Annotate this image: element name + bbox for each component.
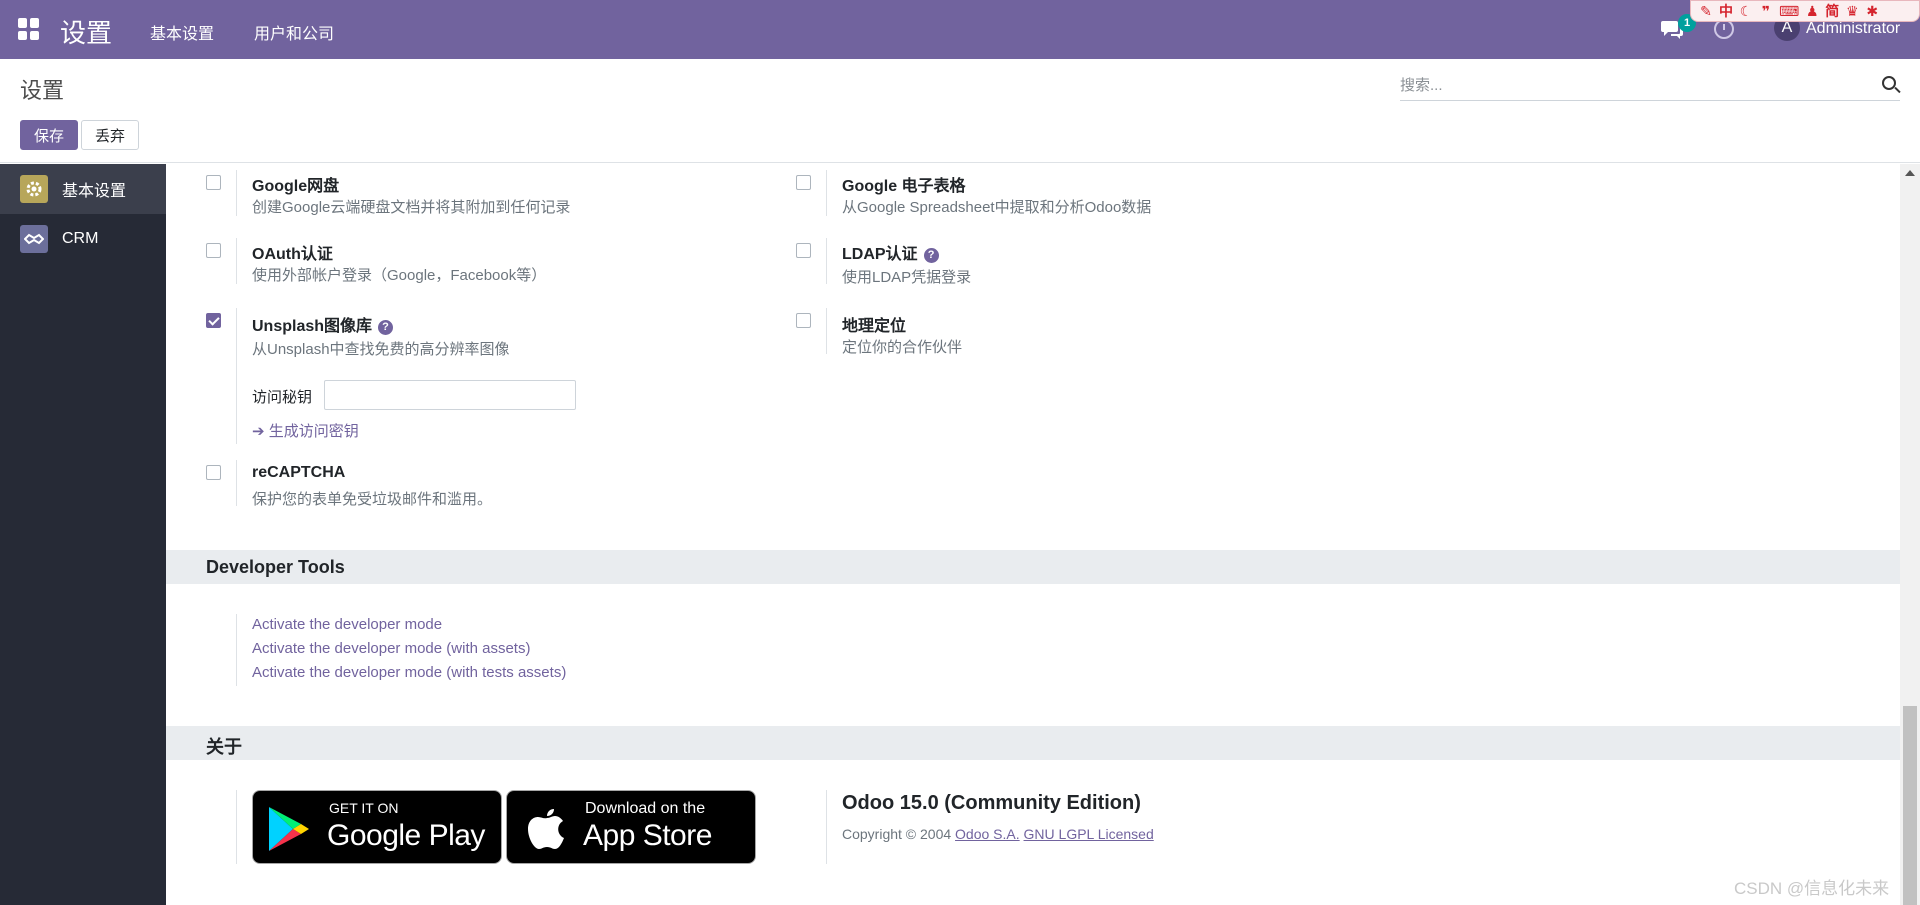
generate-access-key-text: 生成访问密钥 [268, 423, 359, 440]
google-play-big-text: Google Play [327, 819, 485, 852]
watermark: CSDN @信息化未来 [1734, 879, 1890, 898]
activate-dev-mode-link[interactable]: Activate the developer mode [252, 616, 442, 633]
sidebar-item-crm[interactable]: CRM [0, 214, 166, 264]
copyright-line: Copyright © 2004 Odoo S.A. GNU LGPL Lice… [842, 826, 1154, 842]
shirt-icon[interactable]: ♛ [1845, 3, 1859, 20]
divider [236, 308, 237, 444]
app-title: 设置 [60, 18, 113, 48]
unsplash-title: Unsplash图像库? [252, 312, 394, 336]
user-name[interactable]: Administrator [1806, 20, 1900, 38]
google-sheets-desc: 从Google Spreadsheet中提取和分析Odoo数据 [842, 199, 1152, 216]
ldap-desc: 使用LDAP凭据登录 [842, 269, 972, 286]
sidebar-item-label: CRM [62, 230, 99, 247]
ldap-title: LDAP认证? [842, 240, 939, 264]
copyright-text: Copyright © 2004 [842, 826, 952, 842]
odoo-company-link[interactable]: Odoo S.A. [955, 826, 1020, 842]
access-key-label: 访问秘钥 [252, 389, 313, 406]
ldap-title-text: LDAP认证 [842, 246, 918, 263]
extension-simplified-toggle[interactable]: 简 [1825, 1, 1839, 21]
about-header: 关于 [166, 726, 1900, 760]
google-drive-desc: 创建Google云端硬盘文档并将其附加到任何记录 [252, 199, 571, 216]
activate-dev-mode-tests-link[interactable]: Activate the developer mode (with tests … [252, 664, 566, 681]
person-icon[interactable]: ♟ [1805, 3, 1819, 20]
divider [826, 170, 827, 216]
menu-users-companies[interactable]: 用户和公司 [254, 20, 334, 44]
oauth-checkbox[interactable] [206, 243, 221, 258]
unsplash-desc: 从Unsplash中查找免费的高分辨率图像 [252, 341, 510, 358]
sidebar-item-basic-settings[interactable]: 基本设置 [0, 164, 166, 214]
breadcrumb: 设置 [20, 78, 65, 103]
oauth-desc: 使用外部帐户登录（Google，Facebook等） [252, 267, 547, 284]
app-store-big-text: App Store [583, 819, 712, 852]
google-sheets-checkbox[interactable] [796, 175, 811, 190]
search-bar [1400, 71, 1900, 101]
activate-dev-mode-assets-link[interactable]: Activate the developer mode (with assets… [252, 640, 530, 657]
google-play-small-text: GET IT ON [329, 800, 399, 816]
control-panel: 设置 保存 丢弃 [0, 59, 1920, 163]
scrollbar-thumb[interactable] [1903, 706, 1917, 905]
help-icon[interactable]: ? [923, 248, 939, 263]
help-icon[interactable]: ? [378, 320, 394, 335]
quote-icon[interactable]: ❞ [1759, 3, 1773, 20]
top-navbar: 设置 基本设置 用户和公司 1 A Administrator ✎ 中 ☾ ❞ … [0, 0, 1920, 59]
geolocation-desc: 定位你的合作伙伴 [842, 339, 963, 356]
google-play-badge[interactable]: GET IT ON Google Play [252, 790, 502, 864]
google-drive-title: Google网盘 [252, 178, 340, 195]
app-store-small-text: Download on the [585, 800, 706, 817]
keyboard-icon[interactable]: ⌨ [1779, 3, 1799, 20]
scroll-up-arrow-icon[interactable] [1905, 170, 1915, 176]
gear-icon [20, 175, 48, 203]
geolocation-title: 地理定位 [842, 318, 907, 335]
divider [826, 308, 827, 354]
save-button[interactable]: 保存 [20, 120, 78, 150]
handshake-icon [20, 225, 48, 253]
oauth-title: OAuth认证 [252, 246, 333, 263]
divider [236, 614, 237, 686]
browser-extension-toolbar: ✎ 中 ☾ ❞ ⌨ ♟ 简 ♛ ✱ [1690, 0, 1920, 22]
search-input[interactable] [1400, 71, 1870, 99]
discard-button[interactable]: 丢弃 [81, 120, 139, 150]
wrench-icon[interactable]: ✱ [1865, 3, 1879, 20]
license-link[interactable]: GNU LGPL Licensed [1024, 826, 1154, 842]
app-store-badge[interactable]: Download on the App Store [506, 790, 756, 864]
extension-logo-icon[interactable]: ✎ [1699, 3, 1713, 20]
menu-basic-settings[interactable]: 基本设置 [150, 20, 214, 44]
search-icon[interactable] [1882, 76, 1896, 90]
section-title: 关于 [206, 737, 242, 757]
app-menu-icon[interactable] [18, 18, 40, 40]
apple-icon [528, 809, 564, 849]
google-sheets-title: Google 电子表格 [842, 178, 966, 195]
generate-access-key-link[interactable]: ➔ 生成访问密钥 [252, 420, 359, 441]
settings-sidebar: 基本设置 CRM [0, 164, 166, 905]
odoo-version: Odoo 15.0 (Community Edition) [842, 792, 1141, 814]
divider [236, 170, 237, 216]
recaptcha-checkbox[interactable] [206, 465, 221, 480]
divider [826, 238, 827, 284]
divider [236, 790, 237, 864]
developer-tools-header: Developer Tools [166, 550, 1900, 584]
google-drive-checkbox[interactable] [206, 175, 221, 190]
sidebar-item-label: 基本设置 [62, 183, 127, 200]
google-play-icon [269, 807, 309, 851]
ldap-checkbox[interactable] [796, 243, 811, 258]
unsplash-title-text: Unsplash图像库 [252, 318, 373, 335]
divider [236, 460, 237, 506]
unsplash-checkbox[interactable] [206, 313, 221, 328]
recaptcha-desc: 保护您的表单免受垃圾邮件和滥用。 [252, 491, 493, 508]
extension-lang-toggle[interactable]: 中 [1719, 1, 1733, 21]
activity-clock-icon[interactable] [1714, 19, 1734, 39]
section-title: Developer Tools [206, 557, 345, 577]
arrow-right-icon: ➔ [252, 423, 269, 440]
divider [826, 790, 827, 864]
divider [236, 238, 237, 284]
access-key-input[interactable] [324, 380, 576, 410]
settings-content: Google网盘 创建Google云端硬盘文档并将其附加到任何记录 Google… [166, 164, 1900, 905]
moon-icon[interactable]: ☾ [1739, 3, 1753, 20]
geolocation-checkbox[interactable] [796, 313, 811, 328]
recaptcha-title: reCAPTCHA [252, 464, 346, 481]
